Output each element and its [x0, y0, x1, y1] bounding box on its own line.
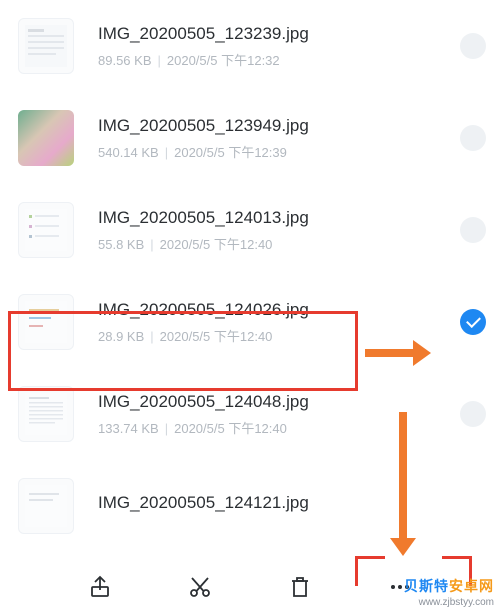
select-radio[interactable] [460, 125, 486, 151]
file-meta: IMG_20200505_124121.jpg [98, 493, 450, 519]
file-thumbnail [18, 18, 74, 74]
list-item[interactable]: IMG_20200505_124026.jpg 28.9 KB|2020/5/5… [0, 276, 500, 368]
file-subtext: 28.9 KB|2020/5/5 下午12:40 [98, 326, 450, 345]
file-name: IMG_20200505_124048.jpg [98, 392, 450, 412]
file-thumbnail [18, 294, 74, 350]
watermark-url: www.zjbstyy.com [404, 597, 494, 608]
file-meta: IMG_20200505_124013.jpg 55.8 KB|2020/5/5… [98, 208, 450, 253]
file-name: IMG_20200505_124121.jpg [98, 493, 450, 513]
file-thumbnail [18, 478, 74, 534]
list-item[interactable]: IMG_20200505_124048.jpg 133.74 KB|2020/5… [0, 368, 500, 460]
list-item[interactable]: IMG_20200505_124121.jpg [0, 460, 500, 538]
select-radio[interactable] [460, 401, 486, 427]
list-item[interactable]: IMG_20200505_123239.jpg 89.56 KB|2020/5/… [0, 0, 500, 92]
file-thumbnail [18, 202, 74, 258]
file-meta: IMG_20200505_123239.jpg 89.56 KB|2020/5/… [98, 24, 450, 69]
file-name: IMG_20200505_124013.jpg [98, 208, 450, 228]
file-thumbnail [18, 386, 74, 442]
cut-button[interactable] [187, 574, 213, 600]
select-radio[interactable] [460, 309, 486, 335]
share-button[interactable] [87, 574, 113, 600]
file-subtext: 55.8 KB|2020/5/5 下午12:40 [98, 234, 450, 253]
file-name: IMG_20200505_124026.jpg [98, 300, 450, 320]
file-list: IMG_20200505_123239.jpg 89.56 KB|2020/5/… [0, 0, 500, 538]
file-name: IMG_20200505_123239.jpg [98, 24, 450, 44]
list-item[interactable]: IMG_20200505_124013.jpg 55.8 KB|2020/5/5… [0, 184, 500, 276]
file-meta: IMG_20200505_124048.jpg 133.74 KB|2020/5… [98, 392, 450, 437]
file-subtext: 89.56 KB|2020/5/5 下午12:32 [98, 50, 450, 69]
file-subtext: 540.14 KB|2020/5/5 下午12:39 [98, 142, 450, 161]
file-meta: IMG_20200505_123949.jpg 540.14 KB|2020/5… [98, 116, 450, 161]
select-radio[interactable] [460, 33, 486, 59]
delete-button[interactable] [287, 574, 313, 600]
list-item[interactable]: IMG_20200505_123949.jpg 540.14 KB|2020/5… [0, 92, 500, 184]
watermark: 贝斯特安卓网 www.zjbstyy.com [404, 576, 494, 608]
select-radio[interactable] [460, 217, 486, 243]
file-thumbnail [18, 110, 74, 166]
file-subtext: 133.74 KB|2020/5/5 下午12:40 [98, 418, 450, 437]
file-name: IMG_20200505_123949.jpg [98, 116, 450, 136]
watermark-title: 贝斯特安卓网 [404, 576, 494, 596]
file-meta: IMG_20200505_124026.jpg 28.9 KB|2020/5/5… [98, 300, 450, 345]
